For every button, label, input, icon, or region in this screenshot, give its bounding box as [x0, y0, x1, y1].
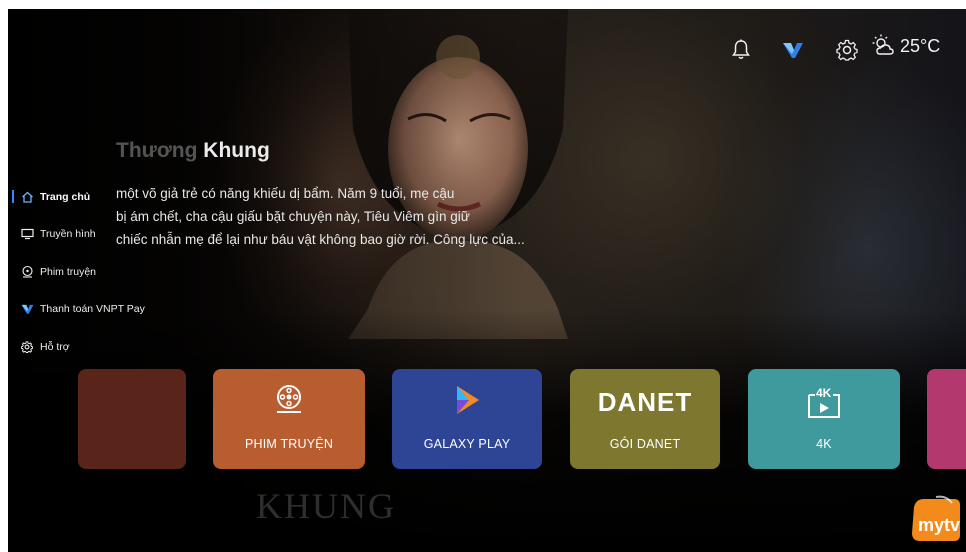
weather-widget: 25°C [872, 34, 940, 58]
sidebar-item-label: Truyền hình [40, 228, 96, 240]
galaxy-play-logo [392, 383, 542, 417]
notification-bell-icon[interactable] [726, 35, 756, 65]
sidebar-item-movies[interactable]: Phim truyện [8, 262, 168, 281]
hero-title-faded: Thương [116, 139, 198, 162]
tile-label: PHIM TRUYỆN [244, 437, 334, 451]
tile-next-partial[interactable] [927, 369, 966, 469]
tv-icon [20, 227, 34, 241]
vnpt-pay-icon [20, 302, 34, 316]
sidebar-nav: Trang chủ Truyền hình Phim truyện Thanh … [8, 187, 168, 375]
settings-gear-icon[interactable] [832, 35, 862, 65]
tile-phim-truyen[interactable]: PHIM TRUYỆN [213, 369, 365, 469]
home-icon [20, 190, 34, 204]
support-gear-icon [20, 340, 34, 354]
sidebar-item-home[interactable]: Trang chủ [8, 187, 168, 206]
sidebar-item-label: Hỗ trợ [40, 340, 70, 353]
sidebar-item-tv[interactable]: Truyền hình [8, 225, 168, 244]
hero-title-watermark: KHUNG [256, 486, 396, 526]
sidebar-item-label: Thanh toán VNPT Pay [40, 303, 145, 315]
tile-label: 4K [816, 437, 832, 451]
hero-description-line: chiếc nhẫn mẹ để lại như báu vật không b… [116, 232, 525, 247]
4k-play-icon: 4K [748, 386, 900, 419]
sidebar-item-vnpt-pay[interactable]: Thanh toán VNPT Pay [8, 300, 168, 319]
hero-description-line: một võ giả trẻ có năng khiếu dị bẩm. Năm… [116, 186, 455, 201]
film-reel-icon [20, 265, 34, 279]
sidebar-item-label: Trang chủ [40, 190, 91, 203]
mytv-logo: mytv [912, 495, 960, 541]
tile-label: GALAXY PLAY [423, 437, 511, 451]
tile-galaxy-play[interactable]: GALAXY PLAY [392, 369, 542, 469]
danet-logo: DANET [570, 387, 720, 418]
mytv-logo-text: mytv [918, 515, 960, 535]
tile-label: GÓI DANET [609, 437, 681, 451]
hero-description-line: bị ám chết, cha cậu giấu bặt chuyện này,… [116, 209, 470, 224]
tv-screen: Thương Khung một võ giả trẻ có năng khiế… [8, 9, 966, 552]
sidebar-item-support[interactable]: Hỗ trợ [8, 337, 168, 356]
film-reel-icon [213, 383, 365, 415]
hero-description: một võ giả trẻ có năng khiếu dị bẩm. Năm… [116, 182, 526, 251]
temperature-text: 25°C [900, 35, 941, 56]
tile-4k[interactable]: 4K 4K [748, 369, 900, 469]
hero-title-main: Khung [203, 139, 270, 162]
4k-badge-text: 4K [816, 386, 832, 400]
weather-sun-cloud-icon [872, 34, 894, 55]
danet-logo-text: DANET [597, 387, 693, 417]
tile-goi-danet[interactable]: DANET GÓI DANET [570, 369, 720, 469]
sidebar-item-label: Phim truyện [40, 265, 97, 278]
hero-title: Thương Khung [116, 139, 270, 163]
vnpt-pay-icon[interactable] [778, 35, 808, 65]
tile-previous-partial[interactable] [78, 369, 186, 469]
